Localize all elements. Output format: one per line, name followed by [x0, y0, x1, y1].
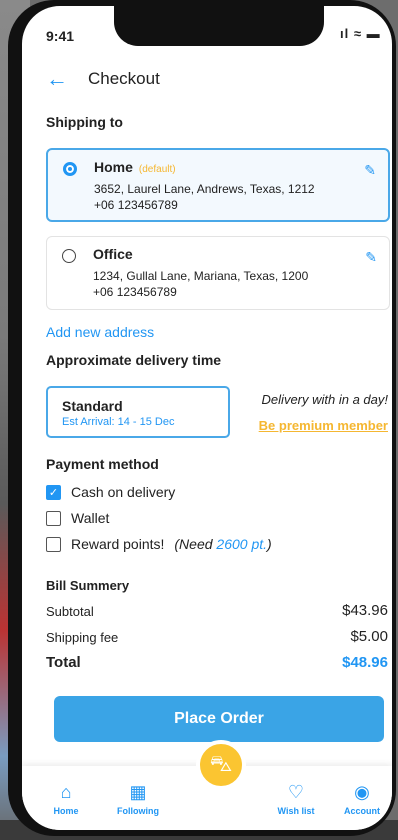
- status-time: 9:41: [46, 28, 75, 44]
- address-line: 3652, Laurel Lane, Andrews, Texas, 1212: [94, 182, 315, 196]
- address-phone: +06 123456789: [93, 285, 177, 299]
- payment-option-label: Reward points!: [71, 536, 165, 552]
- bill-label: Bill Summery: [46, 578, 130, 593]
- check-icon[interactable]: ✓: [46, 484, 61, 500]
- nav-wishlist[interactable]: ♡ Wish list: [266, 782, 326, 816]
- nav-label: Wish list: [277, 806, 315, 816]
- payment-option-cash[interactable]: ✓ Cash on delivery: [46, 484, 175, 500]
- delivery-option-standard[interactable]: Standard Est Arrival: 14 - 15 Dec: [46, 386, 230, 438]
- total-value: $48.96: [342, 654, 388, 671]
- header: ← Checkout: [46, 68, 160, 90]
- delivery-option-name: Standard: [62, 398, 123, 414]
- back-arrow-icon[interactable]: ←: [46, 68, 70, 90]
- home-icon: ⌂: [60, 782, 72, 802]
- default-tag: (default): [138, 164, 176, 175]
- payment-option-label: Cash on delivery: [71, 484, 176, 500]
- nav-label: Account: [344, 806, 380, 816]
- status-icons: ıl ≈ ▬: [340, 26, 381, 41]
- shipping-fee-label: Shipping fee: [46, 630, 119, 645]
- subtotal-value: $43.96: [342, 602, 388, 619]
- add-new-address-link[interactable]: Add new address: [46, 324, 154, 340]
- total-label: Total: [46, 654, 81, 671]
- radio-home[interactable]: [63, 162, 77, 176]
- nav-following[interactable]: ▦ Following: [108, 782, 168, 816]
- payment-option-wallet[interactable]: Wallet: [46, 510, 109, 526]
- address-name: Home (default): [94, 159, 176, 175]
- nav-account[interactable]: ◉ Account: [332, 782, 392, 816]
- store-icon: ▦: [129, 782, 147, 802]
- nav-home[interactable]: ⌂ Home: [36, 782, 96, 816]
- checkbox[interactable]: [46, 510, 61, 526]
- reward-note: (Need 2600 pt.): [174, 536, 272, 552]
- shipping-label: Shipping to: [46, 114, 123, 130]
- premium-member-link[interactable]: Be premium member: [259, 418, 388, 433]
- address-card-office[interactable]: Office 1234, Gullal Lane, Mariana, Texas…: [46, 236, 390, 310]
- payment-option-reward[interactable]: Reward points! (Need 2600 pt.): [46, 536, 272, 552]
- basket-icon[interactable]: ⛍: [196, 740, 246, 790]
- delivery-note: Delivery with in a day!: [261, 392, 388, 407]
- place-order-button[interactable]: Place Order: [54, 696, 384, 742]
- phone-frame: 9:41 ıl ≈ ▬ ← Checkout Shipping to Home(…: [8, 0, 396, 836]
- delivery-label: Approximate delivery time: [46, 352, 222, 368]
- edit-icon[interactable]: ✎: [364, 162, 376, 179]
- heart-icon: ♡: [287, 782, 305, 802]
- screen: 9:41 ıl ≈ ▬ ← Checkout Shipping to Home(…: [22, 6, 392, 830]
- radio-office[interactable]: [62, 249, 76, 263]
- payment-option-label: Wallet: [71, 510, 110, 526]
- address-line: 1234, Gullal Lane, Mariana, Texas, 1200: [93, 269, 309, 283]
- subtotal-label: Subtotal: [46, 604, 94, 619]
- address-phone: +06 123456789: [94, 198, 178, 212]
- user-icon: ◉: [354, 782, 370, 802]
- edit-icon[interactable]: ✎: [365, 249, 377, 266]
- delivery-option-eta: Est Arrival: 14 - 15 Dec: [62, 416, 175, 428]
- page-title: Checkout: [88, 69, 160, 88]
- address-name: Office: [93, 246, 133, 262]
- nav-label: Following: [117, 806, 159, 816]
- shipping-fee-value: $5.00: [350, 628, 388, 645]
- payment-label: Payment method: [46, 456, 159, 472]
- notch: [114, 6, 324, 46]
- checkbox[interactable]: [46, 536, 61, 552]
- address-card-home[interactable]: Home (default) 3652, Laurel Lane, Andrews…: [46, 148, 390, 222]
- nav-label: Home: [53, 806, 79, 816]
